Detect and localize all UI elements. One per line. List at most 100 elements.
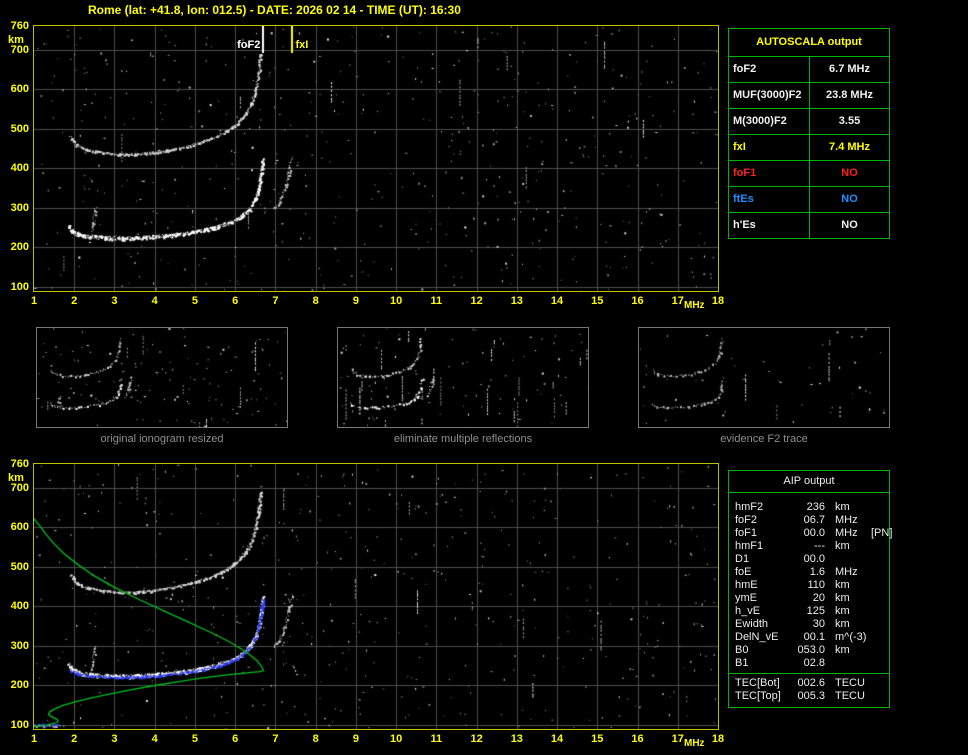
parameter-name: fxI bbox=[729, 135, 810, 160]
parameter-name: foF2 bbox=[735, 514, 758, 526]
x-tick-label: 13 bbox=[510, 733, 523, 745]
fof2-marker-label: foF2 bbox=[237, 39, 261, 51]
parameter-unit: km bbox=[835, 540, 850, 552]
x-axis-unit-label: MHz bbox=[684, 738, 705, 749]
x-tick-label: 3 bbox=[111, 295, 118, 307]
x-tick-label: 15 bbox=[591, 733, 604, 745]
parameter-name: foE bbox=[735, 566, 752, 578]
x-tick-label: 11 bbox=[430, 295, 443, 307]
parameter-unit bbox=[825, 553, 869, 566]
autoscala-row-ftes: ftEs NO bbox=[729, 187, 889, 213]
parameter-unit: m^(-3) bbox=[835, 631, 867, 643]
x-tick-label: 14 bbox=[550, 295, 564, 307]
restored-ionogram-plot bbox=[33, 463, 719, 730]
parameter-name: M(3000)F2 bbox=[729, 109, 810, 134]
autoscala-output-table: AUTOSCALA output foF2 6.7 MHz MUF(3000)F2 2… bbox=[728, 28, 890, 239]
parameter-name: foF1 bbox=[729, 161, 810, 186]
parameter-name: ftEs bbox=[729, 187, 810, 212]
thumbnail-caption-evidence: evidence F2 trace bbox=[720, 433, 808, 445]
aip-row-tec-bot-: TEC[Bot] 002.6 TECU bbox=[729, 677, 889, 690]
x-tick-label: 5 bbox=[191, 733, 198, 745]
autoscala-table-body: foF2 6.7 MHz MUF(3000)F2 23.8 MHz M(3000)F2 3… bbox=[729, 57, 889, 238]
x-tick-label: 2 bbox=[71, 295, 78, 307]
x-tick-label: 3 bbox=[111, 733, 118, 745]
y-tick-label: 400 bbox=[10, 162, 29, 175]
parameter-unit: km bbox=[835, 579, 850, 591]
parameter-name: B1 bbox=[735, 657, 749, 669]
parameter-name: foF1 bbox=[735, 527, 758, 539]
parameter-value: 00.0 bbox=[803, 527, 825, 539]
parameter-value: 23.8 MHz bbox=[825, 89, 874, 101]
y-tick-label: 760 bbox=[10, 458, 29, 470]
autoscala-row-fof1: foF1 NO bbox=[729, 161, 889, 187]
y-tick-label: 300 bbox=[10, 201, 29, 214]
parameter-value: 00.0 bbox=[803, 553, 825, 565]
parameter-unit: km bbox=[835, 592, 850, 604]
parameter-unit: km bbox=[835, 644, 850, 656]
y-tick-label: 760 bbox=[10, 20, 29, 32]
parameter-name: hmF2 bbox=[735, 501, 764, 513]
aip-row-tec-top-: TEC[Top] 005.3 TECU bbox=[729, 690, 889, 703]
parameter-name: B0 bbox=[735, 644, 749, 656]
x-tick-label: 12 bbox=[470, 733, 483, 745]
aip-table-body: hmF2 236 km foF2 06.7 MHz foF1 00.0 MHz [PN] hmF1 -… bbox=[729, 493, 892, 673]
autoscala-row-muf-3000-f2: MUF(3000)F2 23.8 MHz bbox=[729, 83, 889, 109]
x-tick-label: 6 bbox=[232, 295, 239, 307]
parameter-value: 06.7 bbox=[803, 514, 825, 526]
aip-row-foe: foE 1.6 MHz bbox=[729, 566, 889, 579]
y-tick-label: 400 bbox=[10, 600, 29, 613]
x-tick-label: 7 bbox=[272, 295, 279, 307]
parameter-name: TEC[Top] bbox=[735, 690, 781, 702]
y-axis-unit-label: km bbox=[8, 472, 24, 484]
parameter-value: 30 bbox=[812, 618, 825, 630]
parameter-name: D1 bbox=[735, 553, 750, 565]
parameter-unit: MHz bbox=[835, 566, 858, 578]
parameter-value: 110 bbox=[807, 579, 825, 591]
y-axis-unit-label: km bbox=[8, 34, 24, 46]
x-tick-label: 13 bbox=[510, 295, 523, 307]
x-axis-unit-label: MHz bbox=[684, 300, 705, 311]
thumbnail-caption-eliminate: eliminate multiple reflections bbox=[393, 433, 533, 445]
parameter-name: ymE bbox=[735, 592, 757, 604]
aip-row-ewidth: Ewidth 30 km bbox=[729, 618, 889, 631]
x-tick-label: 14 bbox=[550, 733, 564, 745]
parameter-value: 125 bbox=[806, 605, 825, 617]
parameter-unit: MHz bbox=[835, 527, 858, 539]
x-tick-label: 16 bbox=[631, 295, 644, 307]
parameter-value: 005.3 bbox=[797, 690, 825, 702]
y-tick-label: 200 bbox=[10, 241, 29, 254]
parameter-name: hmE bbox=[735, 579, 758, 591]
x-tick-label: 1 bbox=[30, 733, 38, 745]
x-tick-label: 8 bbox=[312, 295, 319, 307]
parameter-value: 053.0 bbox=[797, 644, 825, 656]
x-tick-label: 10 bbox=[389, 295, 403, 307]
fxi-marker-label: fxI bbox=[295, 39, 309, 51]
thumbnail-original-ionogram bbox=[36, 327, 288, 428]
parameter-value: 6.7 MHz bbox=[829, 63, 870, 75]
y-tick-label: 100 bbox=[10, 719, 29, 732]
parameter-name: Ewidth bbox=[735, 618, 769, 630]
aip-row-hme: hmE 110 km bbox=[729, 579, 889, 592]
x-tick-label: 16 bbox=[631, 733, 644, 745]
aip-row-b1: B1 02.8 bbox=[729, 657, 889, 670]
parameter-unit: TECU bbox=[835, 690, 865, 702]
y-tick-label: 600 bbox=[10, 521, 29, 534]
x-tick-label: 1 bbox=[30, 295, 38, 307]
x-tick-label: 8 bbox=[312, 733, 319, 745]
parameter-value: NO bbox=[841, 219, 858, 231]
x-tick-label: 5 bbox=[191, 295, 198, 307]
aip-table-title: AIP output bbox=[729, 471, 889, 493]
autoscala-row-h-es: h'Es NO bbox=[729, 213, 889, 238]
autoscala-row-m-3000-f2: M(3000)F2 3.55 bbox=[729, 109, 889, 135]
parameter-name: TEC[Bot] bbox=[735, 677, 780, 689]
parameter-unit: MHz bbox=[835, 514, 858, 526]
x-tick-label: 9 bbox=[352, 295, 359, 307]
parameter-value: NO bbox=[841, 193, 858, 205]
parameter-unit: km bbox=[835, 618, 850, 630]
thumbnail-caption-original: original ionogram resized bbox=[100, 433, 224, 445]
parameter-name: DelN_vE bbox=[735, 631, 779, 643]
parameter-unit: km bbox=[835, 501, 850, 513]
x-tick-label: 10 bbox=[389, 733, 403, 745]
x-tick-label: 15 bbox=[591, 295, 604, 307]
y-tick-label: 300 bbox=[10, 639, 29, 652]
